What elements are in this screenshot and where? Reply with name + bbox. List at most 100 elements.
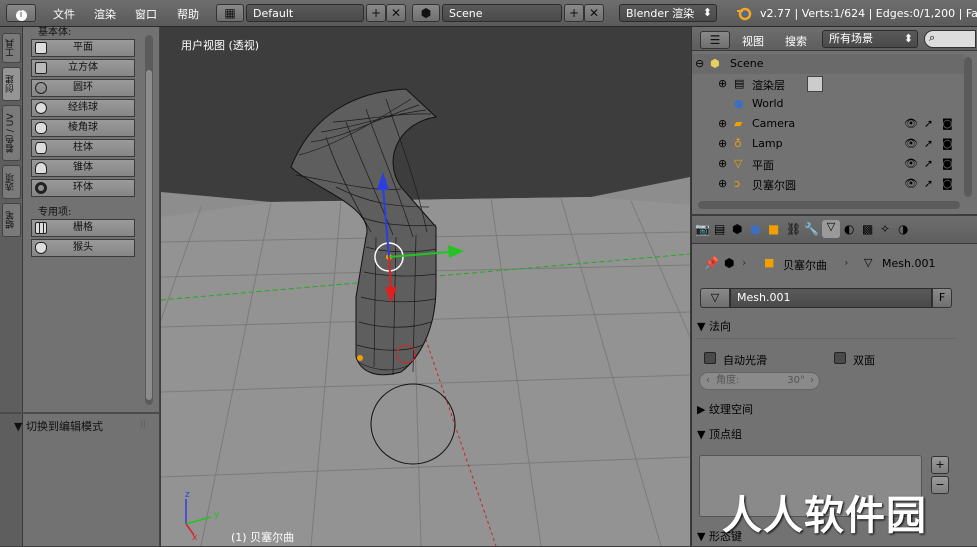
operator-panel-header[interactable]: ▼ 切换到编辑模式	[14, 418, 103, 434]
render-camera-icon[interactable]: ◙	[942, 137, 953, 150]
texture-space-panel-header[interactable]: ▶ 纹理空间	[697, 400, 957, 420]
viewport-canvas[interactable]	[161, 27, 690, 546]
outliner-row-render-layers[interactable]: ⊕ ▤ 渲染层	[692, 74, 964, 94]
render-engine-dropdown[interactable]: Blender 渲染 ⬍	[619, 4, 717, 22]
3d-viewport[interactable]: 用户视图 (透视) (1) 贝塞尔曲 z y x	[161, 27, 690, 546]
nav-y-label: y	[214, 510, 220, 520]
tab-shading-uv[interactable]: 着色 / UV	[2, 105, 21, 161]
select-cursor-icon[interactable]: ➚	[924, 137, 933, 150]
delete-scene-button[interactable]: ✕	[584, 4, 604, 22]
pin-icon[interactable]: 📌	[704, 256, 719, 270]
add-cube-button[interactable]: 立方体	[31, 59, 135, 77]
visibility-eye-icon[interactable]: 👁	[904, 117, 918, 130]
render-camera-icon[interactable]: ◙	[942, 177, 953, 190]
add-cylinder-button[interactable]: 柱体	[31, 139, 135, 157]
add-ico-sphere-button[interactable]: 棱角球	[31, 119, 135, 137]
modifiers-tab-icon[interactable]: 🔧	[804, 222, 819, 236]
delete-layout-button[interactable]: ✕	[386, 4, 406, 22]
scene-name-field[interactable]: Scene	[442, 4, 562, 22]
outliner-row-plane[interactable]: ⊕ ▽ 平面 👁 ➚ ◙	[692, 154, 964, 174]
cylinder-icon	[35, 142, 47, 154]
outliner-row-camera[interactable]: ⊕ ▰ Camera 👁 ➚ ◙	[692, 114, 964, 134]
tab-tools[interactable]: 工具	[2, 33, 21, 63]
add-scene-button[interactable]: +	[564, 4, 584, 22]
menu-help[interactable]: 帮助	[177, 6, 199, 22]
expand-icon[interactable]: ⊕	[718, 157, 727, 170]
menu-file[interactable]: 文件	[53, 6, 75, 22]
double-sided-checkbox[interactable]	[834, 352, 846, 364]
tab-grease-pencil[interactable]: 蜡笔	[2, 203, 21, 237]
remove-vertex-group-button[interactable]: −	[931, 476, 949, 494]
visibility-eye-icon[interactable]: 👁	[904, 137, 918, 150]
add-uv-sphere-button[interactable]: 经纬球	[31, 99, 135, 117]
add-circle-button[interactable]: 圆环	[31, 79, 135, 97]
add-torus-button[interactable]: 环体	[31, 179, 135, 197]
object-tab-icon[interactable]: ■	[768, 222, 779, 236]
outliner-item-label: 渲染层	[752, 79, 785, 92]
auto-smooth-angle-slider[interactable]: ‹ 角度: 30° ›	[699, 372, 820, 390]
physics-tab-icon[interactable]: ◑	[898, 222, 908, 236]
menu-render[interactable]: 渲染	[94, 6, 116, 22]
material-tab-icon[interactable]: ◐	[844, 222, 854, 236]
scene-tab-icon[interactable]: ⬢	[732, 222, 742, 236]
mesh-name-field[interactable]: Mesh.001	[730, 288, 932, 308]
constraints-tab-icon[interactable]: ⛓	[786, 222, 801, 236]
add-vertex-group-button[interactable]: +	[931, 456, 949, 474]
lamp-icon: ♁	[734, 137, 743, 150]
info-editor-type-button[interactable]: i	[6, 4, 36, 22]
watermark-text: 人人软件园	[722, 493, 927, 539]
outliner-row-scene[interactable]: ⊖ ⬢ Scene	[692, 54, 964, 74]
outliner-search-menu[interactable]: 搜索	[785, 33, 807, 49]
mesh-browse-button[interactable]: ▽	[700, 288, 730, 308]
outliner-filter-dropdown[interactable]: 所有场景 ⬍	[822, 30, 918, 48]
collapse-icon[interactable]: ⊖	[695, 57, 704, 70]
visibility-eye-icon[interactable]: 👁	[904, 157, 918, 170]
outliner-view-menu[interactable]: 视图	[742, 33, 764, 49]
expand-icon[interactable]: ⊕	[718, 77, 727, 90]
properties-tabs-bar: 📷 ▤ ⬢ ● ■ ⛓ 🔧 ▽ ◐ ▩ ✧ ◑	[692, 216, 977, 244]
expand-icon[interactable]: ⊕	[718, 137, 727, 150]
add-cone-button[interactable]: 锥体	[31, 159, 135, 177]
outliner-hscrollbar[interactable]	[698, 201, 960, 209]
render-tab-icon[interactable]: 📷	[695, 222, 710, 236]
scene-browse-button[interactable]: ⬢	[412, 4, 440, 22]
outliner-row-bezier-circle[interactable]: ⊕ ↄ 贝塞尔圆 👁 ➚ ◙	[692, 174, 964, 194]
layout-name-field[interactable]: Default	[246, 4, 364, 22]
render-camera-icon[interactable]: ◙	[942, 157, 953, 170]
normals-panel-header[interactable]: ▼ 法向	[697, 317, 957, 337]
outliner-search-input[interactable]: ⌕	[924, 30, 976, 48]
plus-icon: +	[568, 6, 580, 20]
add-plane-button[interactable]: 平面	[31, 39, 135, 57]
add-grid-button[interactable]: 栅格	[31, 219, 135, 237]
tool-shelf-scroll-thumb[interactable]	[146, 70, 152, 400]
auto-smooth-checkbox[interactable]	[704, 352, 716, 364]
drag-handle-icon[interactable]: ⁞⁞	[140, 420, 146, 430]
render-layers-tab-icon[interactable]: ▤	[714, 222, 725, 236]
fake-user-button[interactable]: F	[932, 288, 952, 308]
visibility-eye-icon[interactable]: 👁	[904, 177, 918, 190]
vertex-groups-panel-header[interactable]: ▼ 顶点组	[697, 425, 957, 445]
mesh-data-tab-icon[interactable]: ▽	[822, 220, 840, 238]
ico-sphere-icon	[35, 122, 47, 134]
render-camera-icon[interactable]: ◙	[942, 117, 953, 130]
select-cursor-icon[interactable]: ➚	[924, 177, 933, 190]
add-layout-button[interactable]: +	[366, 4, 386, 22]
world-tab-icon[interactable]: ●	[750, 222, 760, 236]
texture-tab-icon[interactable]: ▩	[862, 222, 873, 236]
tool-shelf-tabs: 工具 创建 着色 / UV 选项 蜡笔	[0, 27, 23, 546]
outliner-scrollbar[interactable]	[964, 57, 972, 197]
particles-tab-icon[interactable]: ✧	[880, 222, 890, 236]
layout-browse-button[interactable]: ▦	[216, 4, 244, 22]
add-monkey-button[interactable]: 猴头	[31, 239, 135, 257]
tab-create[interactable]: 创建	[2, 67, 21, 101]
scene-icon: ⬢	[724, 256, 735, 270]
expand-icon[interactable]: ⊕	[718, 117, 727, 130]
select-cursor-icon[interactable]: ➚	[924, 157, 933, 170]
menu-window[interactable]: 窗口	[135, 6, 157, 22]
select-cursor-icon[interactable]: ➚	[924, 117, 933, 130]
outliner-row-lamp[interactable]: ⊕ ♁ Lamp 👁 ➚ ◙	[692, 134, 964, 154]
outliner-row-world[interactable]: ● World	[692, 94, 964, 114]
outliner-editor-type-button[interactable]: ☰	[700, 31, 730, 49]
tab-options[interactable]: 选项	[2, 165, 21, 199]
expand-icon[interactable]: ⊕	[718, 177, 727, 190]
